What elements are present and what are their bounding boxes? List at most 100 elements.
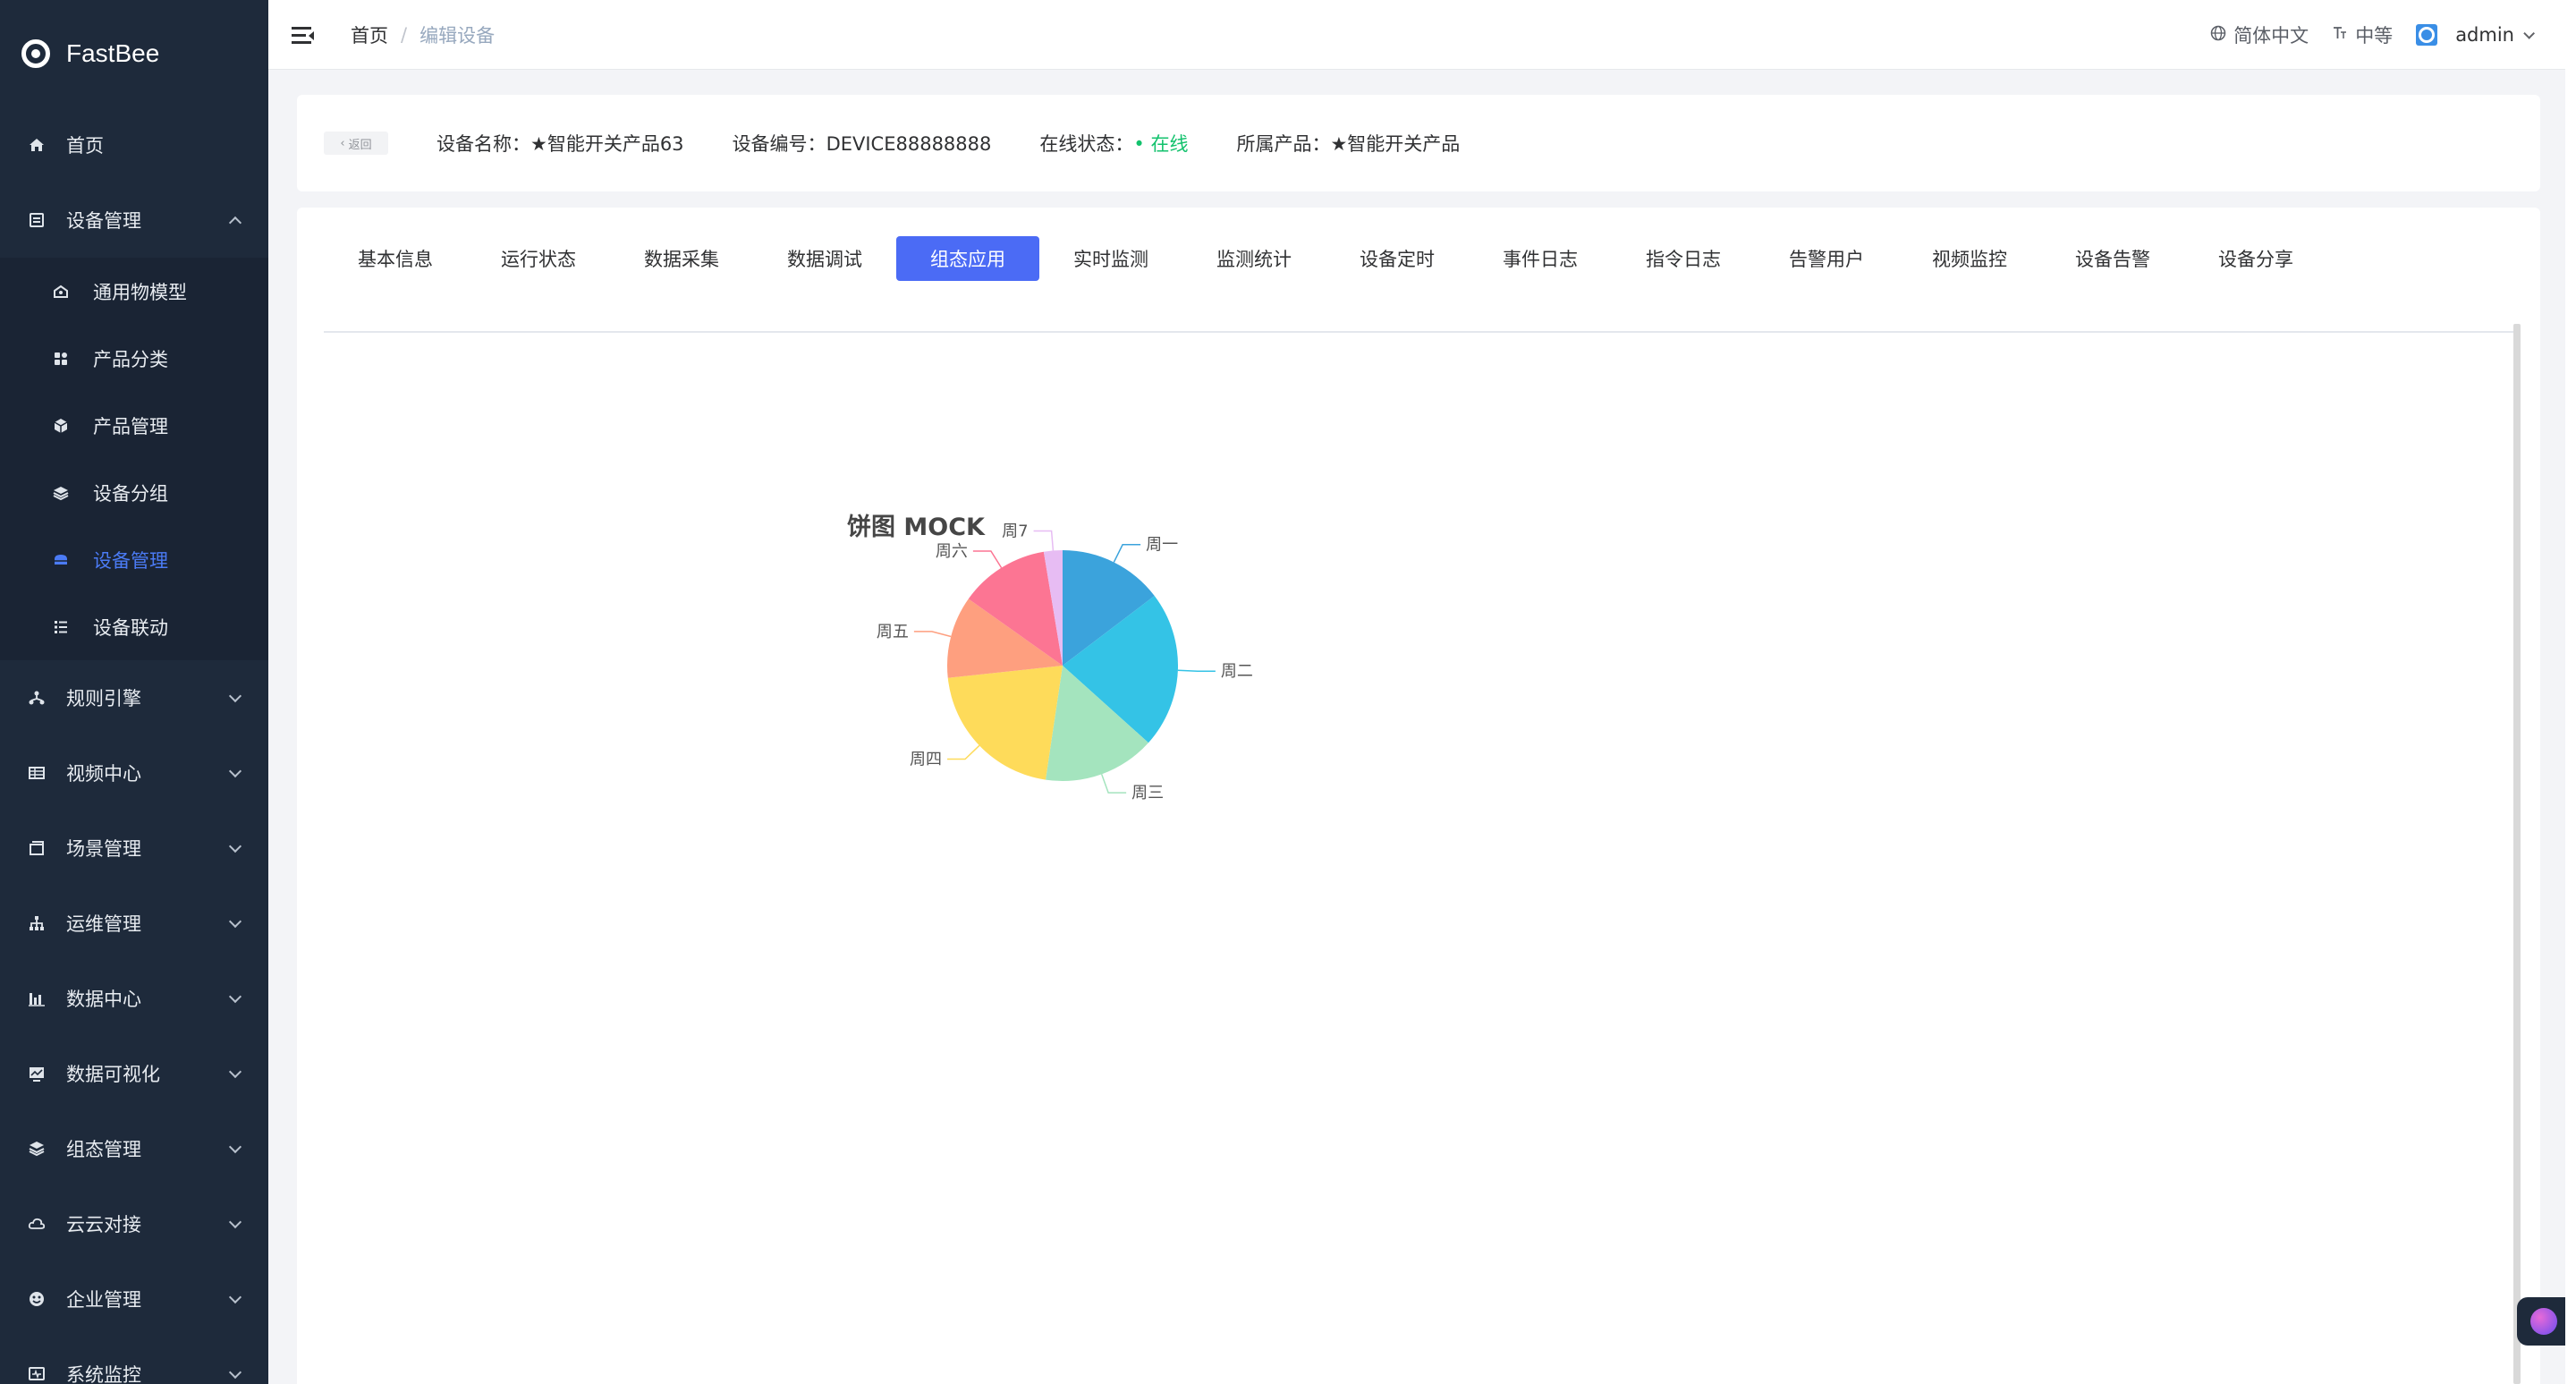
assistant-button[interactable] (2517, 1297, 2571, 1346)
chevron-down-icon (228, 989, 242, 1004)
device-icon (27, 210, 47, 230)
rule-icon (27, 688, 47, 708)
device-serial-value: DEVICE88888888 (826, 133, 992, 155)
pie-label: 周二 (1221, 662, 1253, 681)
breadcrumb-home[interactable]: 首页 (351, 21, 388, 48)
chart-title: 饼图 MOCK (847, 514, 986, 541)
cloud-icon (27, 1214, 47, 1234)
layers-icon (52, 484, 70, 502)
sidebar-item-label: 系统监控 (66, 1364, 141, 1384)
sidebar: FastBee 首页 设备管理 通用物模型 产品分类 产品管理 设备分组 设备管… (0, 0, 268, 1384)
sidebar-subitem-model[interactable]: 通用物模型 (0, 258, 268, 325)
app-logo[interactable]: FastBee (0, 0, 268, 107)
pie-label-line (972, 550, 1003, 569)
pie-label-line (1113, 543, 1141, 563)
globe-icon (2210, 25, 2226, 46)
chevron-up-icon (228, 216, 242, 230)
sidebar-subitem-label: 设备分组 (93, 482, 168, 505)
breadcrumb-separator: / (401, 23, 408, 46)
sidebar-item-configuration[interactable]: 组态管理 (0, 1111, 268, 1186)
app-name: FastBee (66, 39, 160, 67)
chevron-left-icon: ‹ (340, 136, 345, 150)
chevron-down-icon (228, 1290, 242, 1304)
video-icon (27, 763, 47, 783)
language-label: 简体中文 (2233, 25, 2309, 47)
pie-slice[interactable] (947, 666, 1063, 780)
sidebar-subitem-group[interactable]: 设备分组 (0, 459, 268, 526)
chevron-down-icon[interactable] (2523, 27, 2535, 39)
main-content-card: 基本信息 运行状态 数据采集 数据调试 组态应用 实时监测 监测统计 设备定时 … (297, 208, 2540, 1384)
sidebar-item-label: 视频中心 (66, 763, 141, 785)
sidebar-item-enterprise[interactable]: 企业管理 (0, 1261, 268, 1337)
pie-chart: 饼图 MOCK 周一周二周三 周四 周五 周六 周7 (847, 514, 1253, 802)
pie-label-line (1100, 774, 1127, 794)
chevron-down-icon (228, 1215, 242, 1229)
page-scrollbar[interactable] (2565, 0, 2576, 1384)
language-selector[interactable]: 简体中文 (2210, 21, 2309, 48)
sidebar-subitem-device-manage[interactable]: 设备管理 (0, 526, 268, 593)
sidebar-item-rule-engine[interactable]: 规则引擎 (0, 660, 268, 735)
pie-label: 周五 (877, 623, 909, 641)
sidebar-item-label: 数据可视化 (66, 1064, 160, 1085)
content-scrollbar[interactable] (2513, 324, 2521, 1384)
sidebar-item-device-management[interactable]: 设备管理 (0, 183, 268, 258)
breadcrumb-current: 编辑设备 (419, 24, 496, 47)
sidebar-item-data-center[interactable]: 数据中心 (0, 961, 268, 1036)
sidebar-item-label: 运维管理 (66, 913, 141, 935)
device-status-field: 在线状态：• 在线 (1039, 130, 1188, 157)
sidebar-item-ops[interactable]: 运维管理 (0, 886, 268, 961)
device-name-field: 设备名称：★智能开关产品63 (436, 130, 684, 157)
size-label: 中等 (2355, 25, 2394, 47)
sidebar-subitem-label: 设备管理 (93, 549, 168, 572)
device-name-label: 设备名称： (436, 133, 530, 155)
data-icon (27, 989, 47, 1008)
ops-icon (27, 913, 47, 933)
sidebar-item-label: 首页 (66, 135, 104, 157)
pie-label-line (1177, 669, 1216, 672)
fastbee-logo-icon (21, 39, 50, 68)
device-product-label: 所属产品： (1236, 133, 1331, 155)
sidebar-item-home[interactable]: 首页 (0, 107, 268, 183)
back-label: 返回 (348, 138, 372, 152)
device-product-field: 所属产品：★智能开关产品 (1236, 130, 1460, 157)
sidebar-item-label: 组态管理 (66, 1139, 141, 1160)
user-name[interactable]: admin (2455, 24, 2514, 46)
product-icon (52, 417, 70, 435)
visual-icon (27, 1064, 47, 1083)
sidebar-subitem-product[interactable]: 产品管理 (0, 392, 268, 459)
home-icon (27, 135, 47, 155)
device-manage-icon (52, 551, 70, 569)
device-name-value: ★智能开关产品63 (530, 133, 684, 155)
sidebar-item-video-center[interactable]: 视频中心 (0, 735, 268, 811)
pie-label-line (947, 744, 980, 760)
chevron-down-icon (228, 839, 242, 853)
assistant-icon (2530, 1308, 2557, 1335)
device-status-label: 在线状态： (1039, 133, 1134, 155)
top-header: 首页 / 编辑设备 简体中文 中等 admin (268, 0, 2576, 70)
sidebar-subitem-linkage[interactable]: 设备联动 (0, 593, 268, 660)
pie-label: 周四 (910, 751, 942, 769)
breadcrumb: 首页 / 编辑设备 (351, 21, 495, 48)
pie-label: 周三 (1131, 784, 1164, 802)
device-product-value: ★智能开关产品 (1330, 133, 1461, 155)
device-serial-label: 设备编号： (732, 133, 826, 155)
device-info-card: ‹ 返回 设备名称：★智能开关产品63 设备编号：DEVICE88888888 … (297, 95, 2540, 191)
sidebar-item-scene[interactable]: 场景管理 (0, 811, 268, 886)
sidebar-item-cloud[interactable]: 云云对接 (0, 1186, 268, 1261)
size-selector[interactable]: 中等 (2332, 21, 2393, 48)
chevron-down-icon (228, 1365, 242, 1380)
pie-label: 周7 (1002, 522, 1028, 541)
sidebar-item-visualization[interactable]: 数据可视化 (0, 1036, 268, 1111)
sidebar-item-system-monitor[interactable]: 系统监控 (0, 1337, 268, 1384)
sidebar-subitem-label: 通用物模型 (93, 281, 187, 303)
config-icon (27, 1139, 47, 1159)
sidebar-subitem-category[interactable]: 产品分类 (0, 325, 268, 392)
chevron-down-icon (228, 689, 242, 703)
avatar[interactable] (2416, 24, 2438, 46)
category-icon (52, 350, 70, 368)
back-button[interactable]: ‹ 返回 (324, 132, 388, 155)
collapse-sidebar-icon[interactable] (292, 25, 315, 45)
sidebar-subitem-label: 产品管理 (93, 415, 168, 437)
sidebar-item-label: 设备管理 (66, 210, 141, 232)
chevron-down-icon (228, 1140, 242, 1154)
